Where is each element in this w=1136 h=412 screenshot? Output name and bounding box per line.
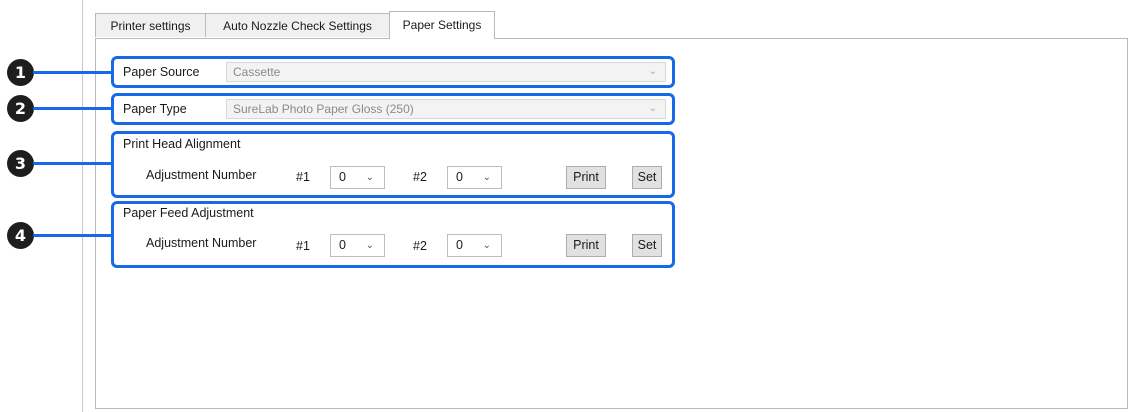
pha-num2-label: #2 bbox=[413, 170, 427, 184]
paper-type-value: SureLab Photo Paper Gloss (250) bbox=[233, 102, 414, 116]
callout-line-1 bbox=[33, 71, 113, 74]
pfa-num2-value: 0 bbox=[456, 238, 463, 252]
chevron-down-icon: ⌄ bbox=[365, 240, 374, 251]
callout-line-4 bbox=[33, 234, 113, 237]
tab-auto-nozzle-check-settings[interactable]: Auto Nozzle Check Settings bbox=[205, 13, 390, 37]
chevron-down-icon: ⌄ bbox=[482, 240, 491, 251]
pha-set-button[interactable]: Set bbox=[632, 166, 662, 189]
tab-printer-settings[interactable]: Printer settings bbox=[95, 13, 206, 37]
chevron-down-icon: ⌄ bbox=[365, 172, 374, 183]
pfa-num2-label: #2 bbox=[413, 239, 427, 253]
pfa-set-button[interactable]: Set bbox=[632, 234, 662, 257]
paper-feed-adjustment-title: Paper Feed Adjustment bbox=[123, 206, 254, 220]
pfa-num1-value: 0 bbox=[339, 238, 346, 252]
callout-badge-3: 3 bbox=[7, 150, 34, 177]
paper-type-dropdown[interactable]: SureLab Photo Paper Gloss (250) ⌄ bbox=[226, 99, 666, 119]
print-head-alignment-title: Print Head Alignment bbox=[123, 137, 241, 151]
callout-line-3 bbox=[33, 162, 113, 165]
pha-num1-select[interactable]: 0 ⌄ bbox=[330, 166, 385, 189]
pha-num2-value: 0 bbox=[456, 170, 463, 184]
pfa-num2-select[interactable]: 0 ⌄ bbox=[447, 234, 502, 257]
pha-print-button[interactable]: Print bbox=[566, 166, 606, 189]
paper-source-label: Paper Source bbox=[123, 65, 200, 79]
pfa-num1-select[interactable]: 0 ⌄ bbox=[330, 234, 385, 257]
pha-adjustment-number-label: Adjustment Number bbox=[146, 168, 257, 182]
chevron-down-icon: ⌄ bbox=[648, 103, 657, 114]
pfa-adjustment-number-label: Adjustment Number bbox=[146, 236, 257, 250]
pha-num2-select[interactable]: 0 ⌄ bbox=[447, 166, 502, 189]
paper-source-value: Cassette bbox=[233, 65, 281, 79]
pfa-print-button[interactable]: Print bbox=[566, 234, 606, 257]
pha-num1-value: 0 bbox=[339, 170, 346, 184]
pha-num1-label: #1 bbox=[296, 170, 310, 184]
chevron-down-icon: ⌄ bbox=[482, 172, 491, 183]
pfa-num1-label: #1 bbox=[296, 239, 310, 253]
callout-badge-4: 4 bbox=[7, 222, 34, 249]
window-left-edge bbox=[82, 0, 83, 412]
callout-badge-2: 2 bbox=[7, 95, 34, 122]
callout-line-2 bbox=[33, 107, 113, 110]
tab-paper-settings[interactable]: Paper Settings bbox=[389, 11, 495, 39]
callout-badge-1: 1 bbox=[7, 59, 34, 86]
paper-type-label: Paper Type bbox=[123, 102, 187, 116]
chevron-down-icon: ⌄ bbox=[648, 66, 657, 77]
paper-source-dropdown[interactable]: Cassette ⌄ bbox=[226, 62, 666, 82]
